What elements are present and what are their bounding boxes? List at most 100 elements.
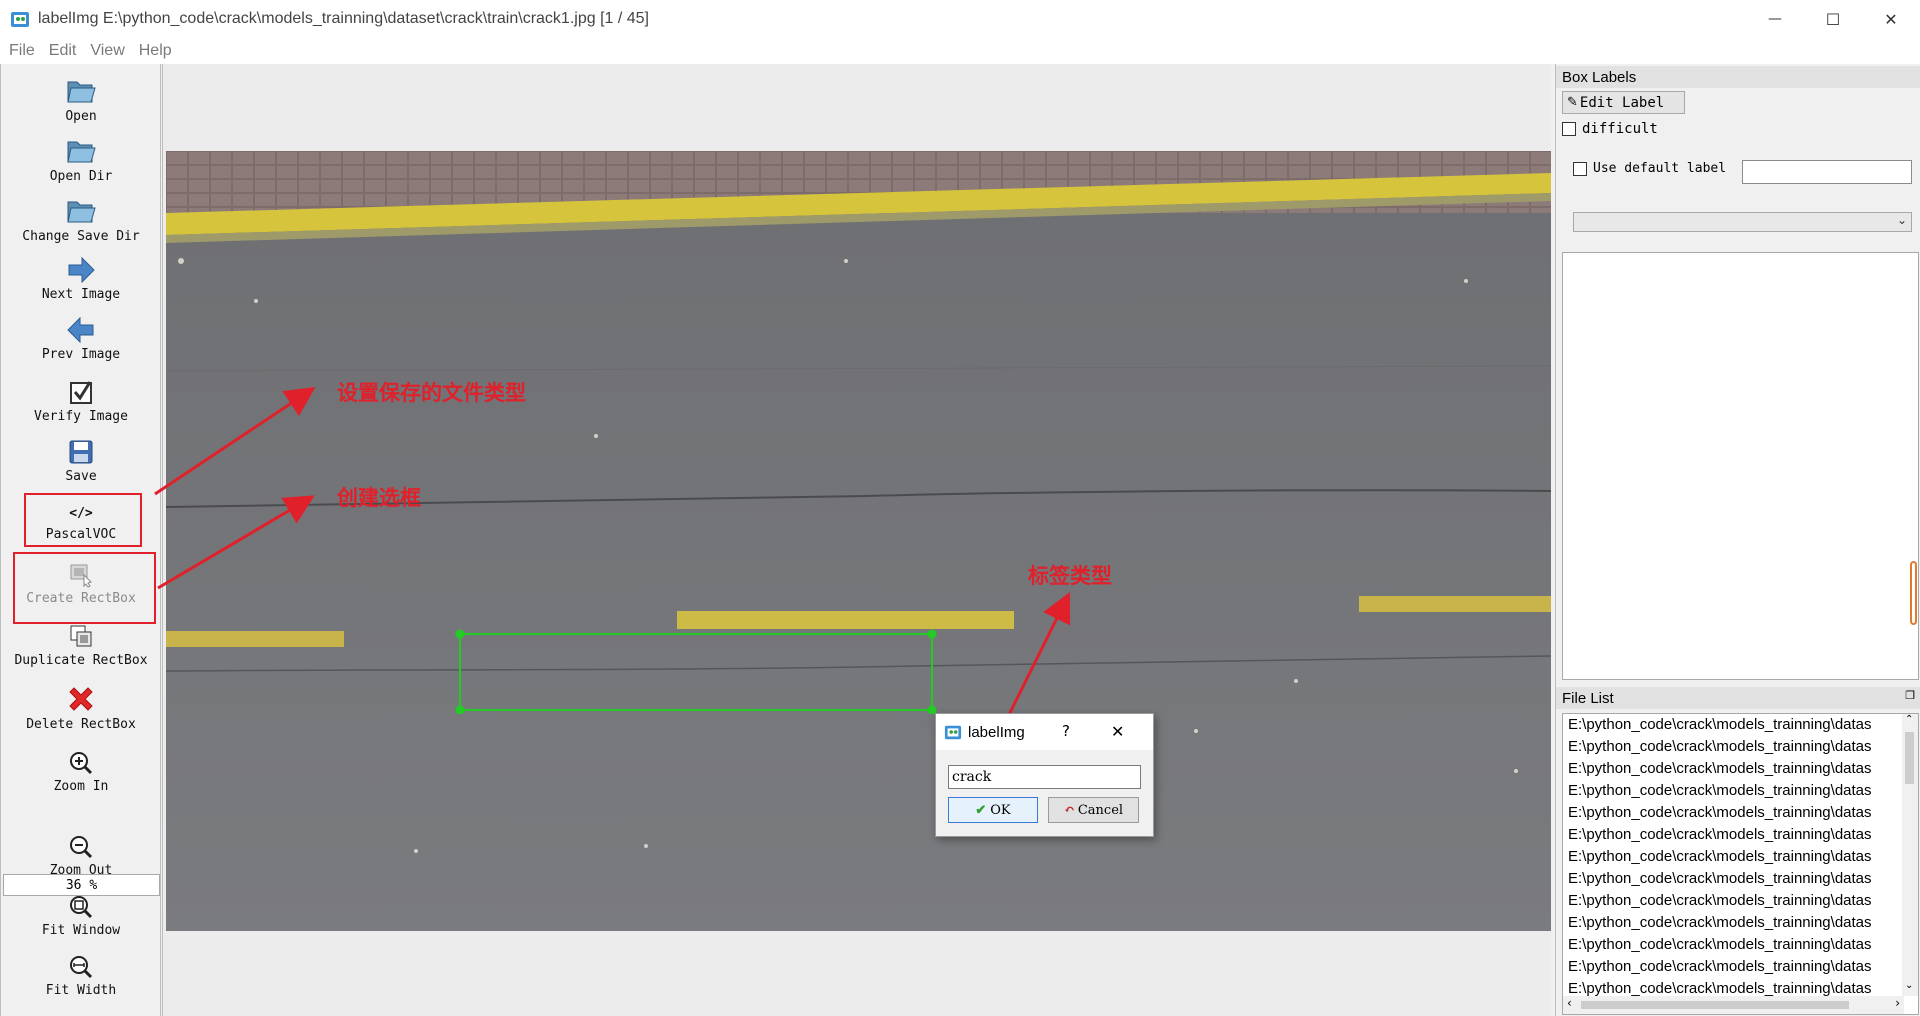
use-default-label-checkbox[interactable] (1573, 161, 1587, 176)
delete-rectbox-button[interactable]: Delete RectBox (1, 684, 161, 732)
bbox-handle-top-right[interactable] (927, 629, 937, 639)
fit-width-button[interactable]: Fit Width (1, 954, 161, 998)
file-list-item[interactable]: E:\python_code\crack\models_trainning\da… (1563, 912, 1901, 934)
menu-help[interactable]: Help (139, 42, 172, 60)
file-list-item[interactable]: E:\python_code\crack\models_trainning\da… (1563, 934, 1901, 956)
change-save-dir-label: Change Save Dir (22, 229, 140, 244)
zoom-out-label: Zoom Out (49, 863, 113, 878)
file-list-item[interactable]: E:\python_code\crack\models_trainning\da… (1563, 736, 1901, 758)
menu-bar: File Edit View Help (0, 38, 1920, 64)
open-button[interactable]: Open (1, 76, 161, 124)
difficult-checkbox[interactable] (1562, 122, 1576, 136)
fit-width-label: Fit Width (45, 983, 117, 998)
label-list[interactable] (1562, 252, 1919, 680)
duplicate-rectbox-button[interactable]: Duplicate RectBox (1, 622, 161, 668)
file-list-item[interactable]: E:\python_code\crack\models_trainning\da… (1563, 824, 1901, 846)
prev-image-label: Prev Image (41, 347, 121, 362)
road-crack-photo[interactable] (166, 151, 1551, 931)
zoom-out-button[interactable]: Zoom Out (1, 834, 161, 878)
next-image-button[interactable]: Next Image (1, 256, 161, 302)
fit-window-label: Fit Window (41, 923, 121, 938)
zoom-in-button[interactable]: Zoom In (1, 750, 161, 794)
edit-label-text: Edit Label (1579, 94, 1665, 111)
difficult-checkbox-row[interactable]: difficult (1562, 121, 1658, 137)
file-list-scrollbar-thumb[interactable] (1905, 732, 1914, 784)
file-list-item[interactable]: E:\python_code\crack\models_trainning\da… (1563, 868, 1901, 890)
save-label: Save (65, 469, 97, 484)
open-dir-button[interactable]: Open Dir (1, 136, 161, 184)
menu-edit[interactable]: Edit (49, 42, 77, 60)
ok-button[interactable]: ✔ OK (948, 797, 1038, 823)
menu-file[interactable]: File (9, 42, 35, 60)
file-list-item[interactable]: E:\python_code\crack\models_trainning\da… (1563, 802, 1901, 824)
floppy-save-icon (69, 440, 93, 464)
dialog-title: labelImg (968, 723, 1025, 741)
use-default-label-text: Use default label (1593, 161, 1727, 176)
zoom-in-icon (70, 752, 93, 775)
bounding-box[interactable] (455, 629, 937, 714)
float-dock-icon[interactable]: ❐ (1905, 689, 1915, 702)
use-default-label-row[interactable]: Use default label (1573, 161, 1726, 176)
minimize-button[interactable]: — (1746, 0, 1804, 38)
fit-window-button[interactable]: Fit Window (1, 894, 161, 938)
save-format-annotation: 设置保存的文件类型 (337, 381, 526, 405)
save-format-highlight-box (24, 493, 142, 547)
file-list-horizontal-scrollbar[interactable]: ‹ › (1563, 996, 1904, 1014)
open-dir-label: Open Dir (49, 169, 113, 184)
road-photo-image (166, 151, 1551, 931)
file-list-item[interactable]: E:\python_code\crack\models_trainning\da… (1563, 758, 1901, 780)
file-list-item[interactable]: E:\python_code\crack\models_trainning\da… (1563, 956, 1901, 978)
scroll-right-icon[interactable]: › (1895, 996, 1900, 1010)
title-bar: labelImg E:\python_code\crack\models_tra… (0, 0, 1920, 38)
cancel-button[interactable]: ↶ Cancel (1048, 797, 1139, 823)
file-list-item[interactable]: E:\python_code\crack\models_trainning\da… (1563, 780, 1901, 802)
edit-pencil-icon: ✎ (1567, 95, 1578, 110)
default-label-input[interactable] (1742, 160, 1912, 184)
dialog-help-button[interactable]: ? (1062, 722, 1070, 740)
minimize-icon: — (1768, 11, 1782, 27)
arrow-right-icon (68, 256, 95, 284)
close-button[interactable]: ✕ (1862, 0, 1920, 38)
checkmark-icon: ✔ (975, 802, 987, 818)
change-save-dir-button[interactable]: Change Save Dir (1, 196, 161, 244)
chevron-down-icon: ⌄ (1896, 213, 1907, 227)
dialog-close-button[interactable]: ✕ (1111, 722, 1124, 741)
labelimg-app-icon (11, 12, 29, 27)
next-image-label: Next Image (41, 287, 121, 302)
right-dock-panel: Box Labels ✎ Edit Label difficult Use de… (1555, 64, 1920, 1016)
save-button[interactable]: Save (1, 438, 161, 484)
maximize-button[interactable]: ☐ (1804, 0, 1862, 38)
menu-view[interactable]: View (90, 42, 124, 60)
bbox-handle-top-left[interactable] (455, 629, 465, 639)
close-icon: ✕ (1884, 9, 1898, 29)
edit-label-button[interactable]: ✎ Edit Label (1562, 91, 1685, 114)
zoom-in-label: Zoom In (53, 779, 109, 794)
folder-open-icon (67, 141, 96, 163)
file-list-header: File List ❐ (1556, 687, 1920, 709)
verify-image-button[interactable]: Verify Image (1, 378, 161, 424)
label-input[interactable] (948, 765, 1141, 789)
prev-image-button[interactable]: Prev Image (1, 316, 161, 362)
scroll-up-icon[interactable]: ⌃ (1905, 714, 1913, 725)
file-list[interactable]: E:\python_code\crack\models_trainning\da… (1562, 713, 1919, 1015)
zoom-out-icon (70, 836, 93, 859)
file-list-item[interactable]: E:\python_code\crack\models_trainning\da… (1563, 714, 1901, 736)
maximize-icon: ☐ (1825, 9, 1841, 29)
label-combo-box[interactable]: ⌄ (1573, 212, 1912, 232)
file-list-hscroll-thumb[interactable] (1581, 1001, 1849, 1009)
file-list-vertical-scrollbar[interactable]: ⌃ ⌄ (1902, 714, 1918, 996)
scroll-down-icon[interactable]: ⌄ (1905, 980, 1913, 991)
file-list-item[interactable]: E:\python_code\crack\models_trainning\da… (1563, 890, 1901, 912)
delete-x-icon (69, 687, 93, 711)
file-list-item[interactable]: E:\python_code\crack\models_trainning\da… (1563, 846, 1901, 868)
label-dialog: labelImg ? ✕ ✔ OK ↶ Cancel (935, 713, 1154, 837)
cancel-label: Cancel (1077, 802, 1124, 818)
duplicate-rectbox-label: Duplicate RectBox (14, 653, 148, 668)
bbox-handle-bottom-left[interactable] (455, 705, 465, 715)
labelimg-window: labelImg E:\python_code\crack\models_tra… (0, 0, 1920, 1016)
label-list-scrollbar-thumb[interactable] (1910, 561, 1917, 625)
scroll-left-icon[interactable]: ‹ (1567, 996, 1572, 1010)
labelimg-app-icon (944, 725, 962, 740)
box-labels-header: Box Labels (1556, 66, 1920, 88)
folder-open-icon (67, 201, 96, 223)
